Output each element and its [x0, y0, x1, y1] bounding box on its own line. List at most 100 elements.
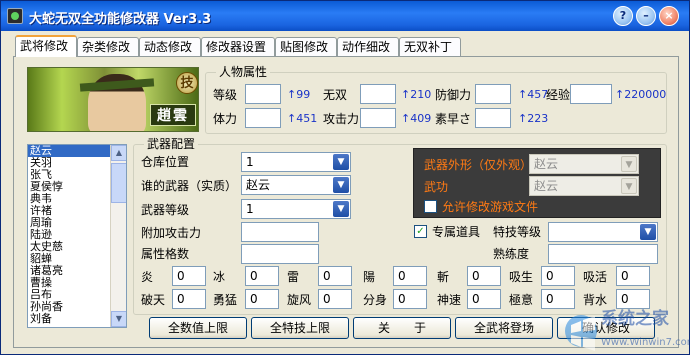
confirm-button[interactable]: 确认修改 — [557, 317, 655, 339]
max-special-button[interactable]: 全特技上限 — [251, 317, 349, 339]
appearance-value: 赵云 — [534, 157, 559, 171]
chevron-down-icon[interactable]: ▼ — [621, 156, 637, 172]
special-level-label: 特技等级 — [493, 225, 542, 239]
appearance-label: 武器外形（仅外观） — [424, 158, 533, 172]
element-input[interactable]: 0 — [616, 289, 650, 309]
attack-label: 攻击力 — [323, 112, 360, 126]
element-input[interactable]: 0 — [467, 266, 501, 286]
exp-label: 经验 — [546, 88, 571, 102]
attr-slots-label: 属性格数 — [141, 247, 190, 261]
attr-slots-input[interactable] — [241, 244, 319, 264]
storage-value: 1 — [246, 155, 254, 169]
character-list-items: 赵云 关羽 张飞 夏侯惇 典韦 许褚 周瑜 陆逊 太史慈 貂蝉 诸葛亮 曹操 吕… — [28, 145, 111, 325]
scroll-thumb[interactable] — [111, 163, 126, 203]
exclusive-label: 专属道具 — [432, 225, 481, 239]
exp-hint: ↑220000 — [615, 88, 667, 101]
scroll-down-icon[interactable]: ▼ — [111, 311, 126, 327]
appearance-select[interactable]: 赵云 ▼ — [529, 154, 639, 174]
tab-motion-edit[interactable]: 动作细改 — [337, 37, 399, 57]
close-button[interactable]: × — [659, 6, 679, 26]
exclusive-checkbox[interactable]: ✓ — [414, 225, 427, 238]
skill-badge: 技 — [176, 72, 198, 94]
allow-game-edit-label: 允许修改游戏文件 — [442, 200, 539, 214]
element-label: 極意 — [509, 293, 534, 307]
martial-select[interactable]: 赵云 ▼ — [529, 176, 639, 196]
element-input[interactable]: 0 — [541, 266, 575, 286]
window-title: 大蛇无双全功能修改器 Ver3.3 — [29, 12, 212, 27]
element-input[interactable]: 0 — [318, 289, 352, 309]
element-label: 旋风 — [287, 293, 312, 307]
grade-select[interactable]: 1 ▼ — [241, 199, 351, 219]
grade-value: 1 — [246, 202, 254, 216]
tab-misc-edit[interactable]: 杂类修改 — [77, 37, 139, 57]
list-scrollbar[interactable]: ▲ ▼ — [110, 145, 126, 327]
speed-hint: ↑223 — [518, 112, 549, 125]
chevron-down-icon[interactable]: ▼ — [621, 178, 637, 194]
chevron-down-icon[interactable]: ▼ — [333, 177, 349, 193]
element-input[interactable]: 0 — [172, 289, 206, 309]
list-item[interactable]: 刘备 — [28, 313, 111, 325]
element-label: 陽 — [363, 270, 376, 284]
chevron-down-icon[interactable]: ▼ — [333, 154, 349, 170]
tab-general-edit[interactable]: 武将修改 — [15, 35, 77, 57]
attack-hint: ↑409 — [401, 112, 432, 125]
title-bar[interactable]: 大蛇无双全功能修改器 Ver3.3 ? – × — [1, 1, 689, 31]
hp-input[interactable] — [245, 108, 281, 128]
grade-label: 武器等级 — [141, 203, 190, 217]
element-label: 炎 — [141, 270, 154, 284]
appearance-panel: 武器外形（仅外观） 赵云 ▼ 武功 赵云 ▼ 允许修改游戏文件 — [413, 148, 661, 218]
element-input[interactable]: 0 — [393, 266, 427, 286]
level-input[interactable] — [245, 84, 281, 104]
element-input[interactable]: 0 — [467, 289, 501, 309]
about-button[interactable]: 关 于 — [353, 317, 451, 339]
element-label: 吸生 — [509, 270, 534, 284]
exp-input[interactable] — [570, 84, 612, 104]
martial-label: 武功 — [424, 180, 449, 194]
all-generals-button[interactable]: 全武将登场 — [455, 317, 553, 339]
element-input[interactable]: 0 — [616, 266, 650, 286]
element-input[interactable]: 0 — [172, 266, 206, 286]
tab-texture-edit[interactable]: 贴图修改 — [275, 37, 337, 57]
storage-select[interactable]: 1 ▼ — [241, 152, 351, 172]
proficiency-label: 熟练度 — [493, 247, 530, 261]
element-input[interactable]: 0 — [318, 266, 352, 286]
musou-hint: ↑210 — [401, 88, 432, 101]
attributes-group-title: 人物属性 — [216, 65, 271, 79]
proficiency-input[interactable] — [548, 244, 658, 264]
tab-dynamic-edit[interactable]: 动态修改 — [139, 37, 201, 57]
extra-attack-input[interactable] — [241, 222, 319, 242]
attack-input[interactable] — [360, 108, 396, 128]
element-label: 破天 — [141, 293, 166, 307]
musou-label: 无双 — [323, 88, 348, 102]
special-level-select[interactable]: ▼ — [548, 222, 658, 242]
element-label: 雷 — [287, 270, 300, 284]
element-input[interactable]: 0 — [541, 289, 575, 309]
minimize-button[interactable]: – — [636, 6, 656, 26]
weapon-group-title: 武器配置 — [144, 137, 199, 151]
chevron-down-icon[interactable]: ▼ — [640, 224, 656, 240]
element-label: 勇猛 — [213, 293, 238, 307]
max-all-button[interactable]: 全数值上限 — [149, 317, 247, 339]
owner-select[interactable]: 赵云 ▼ — [241, 175, 351, 195]
owner-value: 赵云 — [246, 178, 271, 192]
chevron-down-icon[interactable]: ▼ — [333, 201, 349, 217]
defense-hint: ↑457 — [518, 88, 549, 101]
app-window: 大蛇无双全功能修改器 Ver3.3 ? – × 武将修改 杂类修改 动态修改 修… — [0, 0, 690, 355]
musou-input[interactable] — [360, 84, 396, 104]
level-hint: ↑99 — [287, 88, 311, 101]
character-portrait: 技 趙雲 — [27, 67, 199, 132]
app-icon — [7, 8, 23, 24]
element-input[interactable]: 0 — [393, 289, 427, 309]
speed-label: 素早さ — [435, 112, 472, 126]
speed-input[interactable] — [475, 108, 511, 128]
element-input[interactable]: 0 — [245, 266, 279, 286]
defense-input[interactable] — [475, 84, 511, 104]
element-input[interactable]: 0 — [245, 289, 279, 309]
owner-label: 谁的武器（实质） — [141, 179, 238, 193]
scroll-up-icon[interactable]: ▲ — [111, 145, 126, 161]
tab-settings[interactable]: 修改器设置 — [201, 37, 275, 57]
tab-musou-patch[interactable]: 无双补丁 — [399, 37, 461, 57]
character-list[interactable]: 赵云 关羽 张飞 夏侯惇 典韦 许褚 周瑜 陆逊 太史慈 貂蝉 诸葛亮 曹操 吕… — [27, 144, 127, 328]
help-button[interactable]: ? — [613, 6, 633, 26]
allow-game-edit-checkbox[interactable] — [424, 200, 437, 213]
